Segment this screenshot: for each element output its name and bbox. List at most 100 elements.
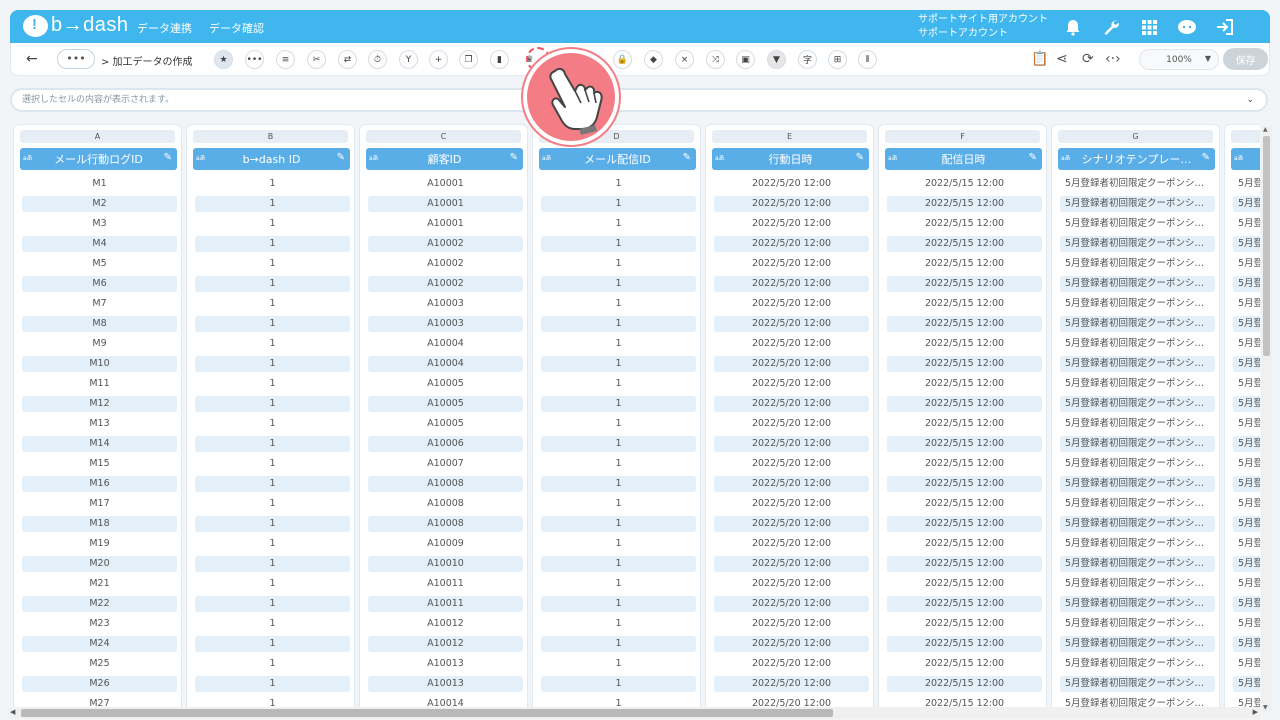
table-cell[interactable]: A10002 [368,276,523,292]
wrench-icon[interactable] [1092,16,1130,38]
table-cell[interactable]: 2022/5/15 12:00 [887,536,1042,552]
table-cell[interactable]: 2022/5/15 12:00 [887,196,1042,212]
table-cell[interactable]: 2022/5/15 12:00 [887,176,1042,192]
table-cell[interactable]: M11 [22,376,177,392]
table-cell[interactable]: M19 [22,536,177,552]
table-cell[interactable]: 5月登 [1233,636,1260,652]
table-cell[interactable]: 5月登 [1233,416,1260,432]
nav-link-data-integration[interactable]: データ連携 [137,20,192,36]
table-cell[interactable]: 1 [195,656,350,672]
table-cell[interactable]: 5月登録者初回限定クーポンシ… [1060,176,1215,192]
column-header[interactable]: aあ 行動日時 ✎ [712,148,869,170]
table-cell[interactable]: 2022/5/20 12:00 [714,296,869,312]
tools-icon[interactable]: ✂ [307,50,326,69]
table-cell[interactable]: 2022/5/20 12:00 [714,216,869,232]
table-cell[interactable]: M26 [22,676,177,692]
timer-icon[interactable]: ⏱ [368,50,387,69]
table-cell[interactable]: 2022/5/20 12:00 [714,636,869,652]
table-cell[interactable]: 2022/5/15 12:00 [887,356,1042,372]
table-cell[interactable]: 2022/5/15 12:00 [887,636,1042,652]
table-cell[interactable]: 2022/5/15 12:00 [887,596,1042,612]
table-cell[interactable]: A10013 [368,676,523,692]
bell-icon[interactable] [1054,16,1092,38]
table-cell[interactable]: A10001 [368,216,523,232]
table-cell[interactable]: 2022/5/15 12:00 [887,656,1042,672]
table-cell[interactable]: A10012 [368,616,523,632]
table-cell[interactable]: M10 [22,356,177,372]
delete-icon[interactable]: ▮ [490,50,509,69]
code-icon[interactable]: ‹·› [1105,51,1121,67]
column-letter[interactable]: G [1058,130,1213,143]
table-cell[interactable]: 1 [195,376,350,392]
table-cell[interactable]: 5月登録者初回限定クーポンシ… [1060,256,1215,272]
zoom-select[interactable]: 100% ▼ [1139,49,1219,70]
table-cell[interactable]: A10002 [368,256,523,272]
table-cell[interactable]: 1 [541,656,696,672]
table-cell[interactable]: 2022/5/20 12:00 [714,576,869,592]
table-cell[interactable]: 5月登 [1233,436,1260,452]
table-cell[interactable]: 5月登録者初回限定クーポンシ… [1060,316,1215,332]
table-cell[interactable]: 5月登録者初回限定クーポンシ… [1060,456,1215,472]
table-cell[interactable]: 2022/5/15 12:00 [887,436,1042,452]
table-cell[interactable]: A10005 [368,416,523,432]
table-cell[interactable]: 1 [195,176,350,192]
table-cell[interactable]: 2022/5/20 12:00 [714,376,869,392]
table-cell[interactable]: 1 [541,236,696,252]
table-cell[interactable]: 5月登録者初回限定クーポンシ… [1060,336,1215,352]
table-cell[interactable]: 2022/5/15 12:00 [887,276,1042,292]
table-cell[interactable]: M6 [22,276,177,292]
table-cell[interactable]: 1 [541,476,696,492]
table-cell[interactable]: 5月登 [1233,376,1260,392]
table-cell[interactable]: A10008 [368,496,523,512]
edit-pencil-icon[interactable]: ✎ [683,152,691,163]
nav-link-data-check[interactable]: データ確認 [209,20,264,36]
table-cell[interactable]: 2022/5/20 12:00 [714,416,869,432]
column-header[interactable]: aあ 配信日時 ✎ [885,148,1042,170]
table-cell[interactable]: M22 [22,596,177,612]
filter-icon[interactable]: ▼ [767,50,786,69]
column-letter[interactable] [1231,130,1260,143]
table-cell[interactable]: 5月登録者初回限定クーポンシ… [1060,236,1215,252]
table-cell[interactable]: 5月登 [1233,236,1260,252]
table-cell[interactable]: 2022/5/15 12:00 [887,496,1042,512]
table-cell[interactable]: 1 [541,636,696,652]
table-cell[interactable]: 5月登 [1233,456,1260,472]
back-button[interactable]: ← [26,51,38,67]
table-cell[interactable]: 1 [195,636,350,652]
horizontal-scrollbar[interactable]: ◀ ▶ [8,707,1260,719]
frame-icon[interactable]: ▣ [736,50,755,69]
account-info[interactable]: サポートサイト用アカウント サポートアカウント [918,13,1048,41]
table-cell[interactable]: 5月登 [1233,516,1260,532]
table-cell[interactable]: 1 [541,436,696,452]
table-cell[interactable]: A10005 [368,396,523,412]
table-cell[interactable]: 5月登録者初回限定クーポンシ… [1060,576,1215,592]
edit-pencil-icon[interactable]: ✎ [164,152,172,163]
table-cell[interactable]: 5月登録者初回限定クーポンシ… [1060,476,1215,492]
table-cell[interactable]: 1 [541,676,696,692]
grid-icon[interactable] [1130,16,1168,38]
table-cell[interactable]: 5月登 [1233,536,1260,552]
table-cell[interactable]: 2022/5/20 12:00 [714,236,869,252]
scroll-down-arrow-icon[interactable]: ▼ [1263,704,1268,711]
table-cell[interactable]: A10001 [368,176,523,192]
table-cell[interactable]: 1 [541,416,696,432]
table-cell[interactable]: 5月登 [1233,576,1260,592]
table-cell[interactable]: A10011 [368,596,523,612]
add-icon[interactable]: + [429,50,448,69]
table-cell[interactable]: 5月登 [1233,476,1260,492]
table-cell[interactable]: 1 [541,596,696,612]
column-header[interactable]: aあ 顧客ID ✎ [366,148,523,170]
table-cell[interactable]: 2022/5/20 12:00 [714,316,869,332]
table-cell[interactable]: 5月登 [1233,396,1260,412]
table-cell[interactable]: 5月登 [1233,256,1260,272]
breadcrumb-more-button[interactable]: ••• [57,49,95,69]
table-cell[interactable]: 5月登 [1233,276,1260,292]
table-cell[interactable]: 2022/5/20 12:00 [714,496,869,512]
table-cell[interactable]: 5月登録者初回限定クーポンシ… [1060,376,1215,392]
table-cell[interactable]: 2022/5/15 12:00 [887,476,1042,492]
merge-icon[interactable]: Y [399,50,418,69]
table-cell[interactable]: 1 [195,516,350,532]
table-cell[interactable]: 2022/5/20 12:00 [714,656,869,672]
table-cell[interactable]: 2022/5/15 12:00 [887,296,1042,312]
table-cell[interactable]: A10002 [368,236,523,252]
